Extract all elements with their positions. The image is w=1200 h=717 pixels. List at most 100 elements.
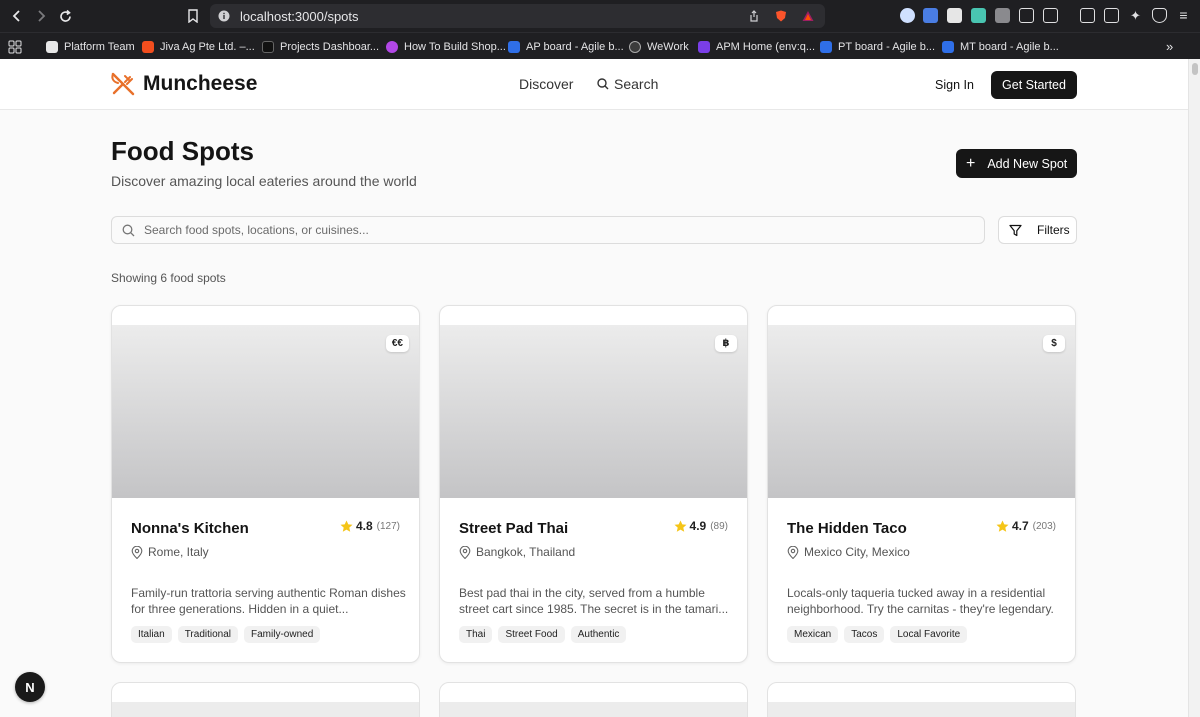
review-count: (127) [376, 520, 400, 532]
bookmark-item[interactable]: Projects Dashboar... [262, 38, 379, 55]
vpn-shield-icon[interactable] [1152, 8, 1167, 23]
page-title: Food Spots [111, 136, 254, 166]
spot-image [112, 325, 419, 498]
address-bar[interactable]: localhost:3000/spots [210, 4, 825, 28]
brave-rewards-icon[interactable] [802, 10, 814, 22]
url-text: localhost:3000/spots [240, 8, 359, 24]
extension-icon[interactable] [900, 8, 915, 23]
camera-icon[interactable] [995, 8, 1010, 23]
search-icon [122, 224, 135, 237]
sidebar-icon[interactable] [1080, 8, 1095, 23]
share-icon[interactable] [748, 10, 760, 22]
bookmarks-bar: Platform Team Jiva Ag Pte Ltd. –... Proj… [0, 32, 1200, 59]
results-count: Showing 6 food spots [111, 271, 226, 285]
nav-search[interactable]: Search [597, 76, 658, 92]
tag[interactable]: Family-owned [244, 626, 321, 643]
get-started-button[interactable]: Get Started [991, 71, 1077, 99]
reload-icon[interactable] [53, 4, 77, 28]
price-badge: ฿ [715, 335, 737, 352]
spot-name[interactable]: The Hidden Taco [787, 520, 907, 537]
tag[interactable]: Authentic [570, 626, 627, 643]
tag[interactable]: Thai [459, 626, 493, 643]
info-icon[interactable] [218, 10, 230, 22]
spot-card[interactable]: €€ Nonna's Kitchen 4.8 (127) Rome, Italy… [111, 305, 420, 663]
bookmark-item[interactable]: WeWork [629, 38, 689, 55]
page-subtitle: Discover amazing local eateries around t… [111, 173, 417, 189]
spot-rating: 4.8 (127) [340, 519, 400, 533]
spot-description: Locals-only taqueria tucked away in a re… [787, 586, 1054, 616]
spot-location: Rome, Italy [131, 545, 209, 559]
search-bar [111, 216, 985, 244]
bookmark-item[interactable]: Jiva Ag Pte Ltd. –... [142, 38, 255, 55]
more-bookmarks-icon[interactable]: » [1166, 38, 1173, 55]
star-icon [996, 520, 1009, 532]
star-icon [674, 520, 687, 532]
sparkle-icon[interactable]: ✦ [1128, 8, 1143, 23]
notion-icon [46, 40, 58, 53]
filter-icon [1009, 224, 1022, 237]
apps-grid-icon[interactable] [8, 38, 22, 55]
rating-value: 4.7 [1011, 519, 1029, 533]
spot-tags: Mexican Tacos Local Favorite [787, 626, 968, 643]
spot-location: Mexico City, Mexico [787, 545, 910, 559]
agile-icon [820, 40, 832, 53]
search-input[interactable] [144, 223, 944, 237]
spot-card[interactable] [767, 682, 1076, 717]
bookmark-item[interactable]: MT board - Agile b... [942, 38, 1059, 55]
extension-shield-icon[interactable] [947, 8, 962, 23]
spot-description: Best pad thai in the city, served from a… [459, 586, 729, 616]
rating-value: 4.9 [689, 519, 707, 533]
review-count: (89) [710, 520, 728, 532]
bookmark-item[interactable]: AP board - Agile b... [508, 38, 624, 55]
spot-name[interactable]: Street Pad Thai [459, 520, 568, 537]
brand-name[interactable]: Muncheese [143, 72, 257, 96]
filters-button[interactable]: Filters [998, 216, 1077, 244]
spot-image [768, 702, 1075, 717]
tag[interactable]: Mexican [787, 626, 839, 643]
back-icon[interactable] [5, 4, 29, 28]
map-pin-icon [131, 545, 143, 559]
tag[interactable]: Street Food [498, 626, 565, 643]
spot-card[interactable] [439, 682, 748, 717]
spot-card[interactable]: ฿ Street Pad Thai 4.9 (89) Bangkok, Thai… [439, 305, 748, 663]
spot-card[interactable] [111, 682, 420, 717]
forward-icon[interactable] [29, 4, 53, 28]
wework-icon [629, 40, 641, 53]
nextjs-dev-badge[interactable]: N [15, 672, 45, 702]
screenshot-icon[interactable] [1043, 8, 1058, 23]
scrollbar-thumb[interactable] [1192, 63, 1198, 75]
jira-icon [508, 40, 520, 53]
bookmark-item[interactable]: Platform Team [46, 38, 135, 55]
scrollbar[interactable] [1188, 59, 1200, 717]
spot-rating: 4.9 (89) [674, 519, 728, 533]
spot-name[interactable]: Nonna's Kitchen [131, 520, 249, 537]
brave-shield-icon[interactable] [775, 10, 787, 22]
bookmark-item[interactable]: How To Build Shop... [386, 38, 506, 55]
spot-card[interactable]: $ The Hidden Taco 4.7 (203) Mexico City,… [767, 305, 1076, 663]
site-header: Muncheese Discover Search Sign In Get St… [0, 59, 1188, 110]
puzzle-icon[interactable] [1019, 8, 1034, 23]
utensils-logo-icon [111, 72, 135, 96]
tag[interactable]: Local Favorite [890, 626, 968, 643]
tag[interactable]: Traditional [177, 626, 239, 643]
vercel-icon [262, 40, 274, 53]
figma-icon [142, 40, 154, 53]
extension-app-icon[interactable] [971, 8, 986, 23]
translate-icon[interactable] [923, 8, 938, 23]
bookmark-item[interactable]: PT board - Agile b... [820, 38, 935, 55]
star-icon [340, 520, 353, 532]
add-new-spot-button[interactable]: + Add New Spot [956, 149, 1077, 178]
wallet-icon[interactable] [1104, 8, 1119, 23]
tag[interactable]: Tacos [844, 626, 885, 643]
spot-location: Bangkok, Thailand [459, 545, 575, 559]
nav-discover[interactable]: Discover [519, 76, 573, 92]
spot-tags: Italian Traditional Family-owned [131, 626, 321, 643]
bookmark-item[interactable]: APM Home (env:q... [698, 38, 815, 55]
review-count: (203) [1032, 520, 1056, 532]
sign-in-link[interactable]: Sign In [935, 78, 974, 92]
spot-rating: 4.7 (203) [996, 519, 1056, 533]
tag[interactable]: Italian [131, 626, 172, 643]
bookmark-icon[interactable] [181, 4, 205, 28]
menu-icon[interactable]: ≡ [1176, 8, 1191, 23]
site-icon [386, 40, 398, 53]
